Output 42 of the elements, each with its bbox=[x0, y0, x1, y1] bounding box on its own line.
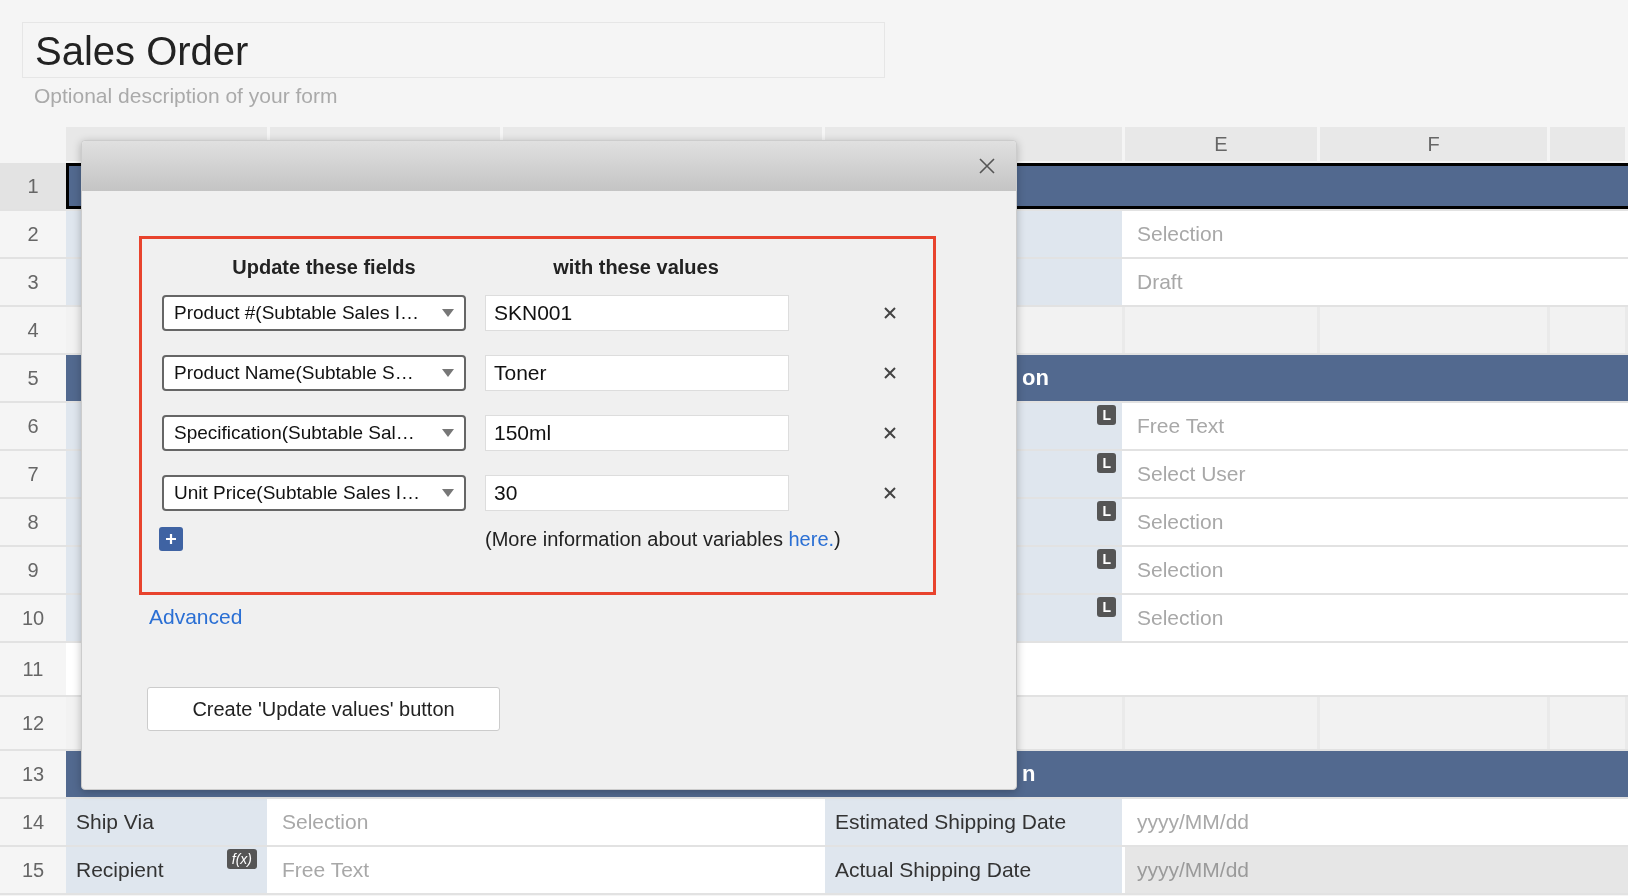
field-label: Estimated Shipping Date bbox=[834, 810, 1067, 834]
value-input[interactable]: 150ml bbox=[485, 415, 789, 451]
caret-icon bbox=[442, 369, 454, 377]
formula-badge: f(x) bbox=[226, 849, 257, 869]
lookup-badge: L bbox=[1097, 597, 1116, 617]
plus-icon bbox=[165, 533, 177, 545]
help-link[interactable]: here. bbox=[788, 527, 835, 550]
value-input[interactable]: SKN001 bbox=[485, 295, 789, 331]
create-button[interactable]: Create 'Update values' button bbox=[147, 687, 500, 731]
caret-icon bbox=[442, 489, 454, 497]
close-icon bbox=[883, 486, 897, 500]
close-icon bbox=[883, 426, 897, 440]
lookup-badge: L bbox=[1097, 453, 1116, 473]
form-title[interactable]: Sales Order bbox=[22, 22, 885, 78]
close-icon bbox=[978, 157, 996, 175]
help-text: (More information about variables here.) bbox=[485, 527, 841, 551]
value-input[interactable]: 30 bbox=[485, 475, 789, 511]
lookup-badge: L bbox=[1097, 405, 1116, 425]
advanced-link[interactable]: Advanced bbox=[149, 605, 243, 629]
value-input[interactable]: Toner bbox=[485, 355, 789, 391]
add-button[interactable] bbox=[159, 527, 183, 551]
field-dropdown[interactable]: Product Name(Subtable S… bbox=[162, 355, 466, 391]
field-label: Recipient bbox=[75, 858, 164, 882]
field-label: Ship Via bbox=[75, 810, 154, 834]
field-label: Actual Shipping Date bbox=[834, 858, 1032, 882]
caret-icon bbox=[442, 309, 454, 317]
row-number[interactable]: 1 bbox=[0, 163, 66, 209]
section-title: n bbox=[1022, 761, 1036, 787]
column-heading: Update these fields bbox=[231, 255, 417, 279]
close-icon bbox=[883, 306, 897, 320]
field-dropdown[interactable]: Product #(Subtable Sales I… bbox=[162, 295, 466, 331]
date-field: yyyy/MM/dd bbox=[1125, 847, 1628, 893]
close-icon bbox=[883, 366, 897, 380]
column-heading: with these values bbox=[552, 255, 720, 279]
caret-icon bbox=[442, 429, 454, 437]
field-dropdown[interactable]: Unit Price(Subtable Sales I… bbox=[162, 475, 466, 511]
lookup-badge: L bbox=[1097, 501, 1116, 521]
lookup-badge: L bbox=[1097, 549, 1116, 569]
column-header[interactable]: F bbox=[1320, 127, 1550, 161]
field-dropdown[interactable]: Specification(Subtable Sal… bbox=[162, 415, 466, 451]
column-header[interactable]: E bbox=[1125, 127, 1320, 161]
section-title: on bbox=[1022, 365, 1049, 391]
